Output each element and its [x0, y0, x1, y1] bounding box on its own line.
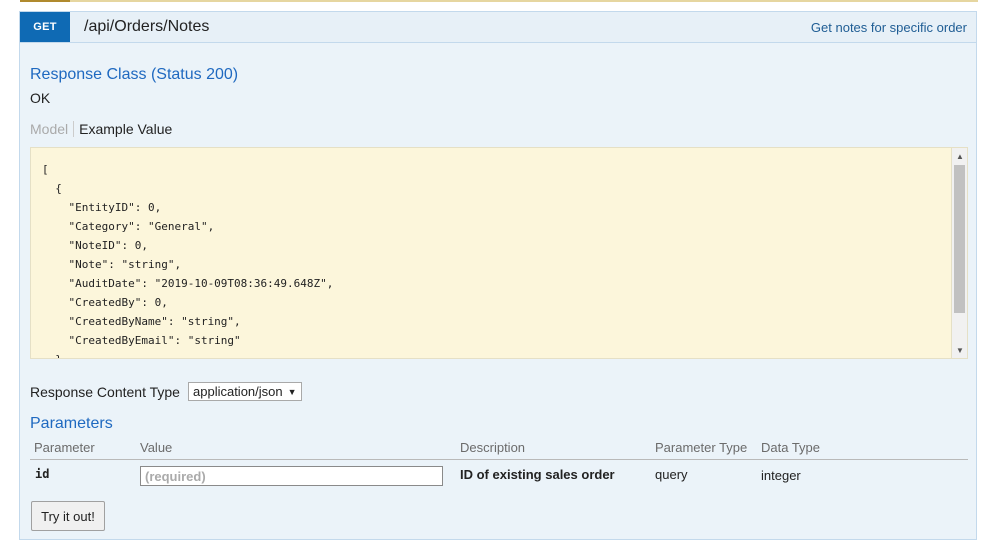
endpoint-path[interactable]: /api/Orders/Notes — [84, 18, 209, 36]
code-line: "CreatedByName": "string", — [42, 315, 241, 328]
header-description: Description — [460, 440, 526, 455]
header-parameter-type: Parameter Type — [655, 440, 748, 455]
parameters-heading: Parameters — [30, 415, 113, 432]
code-scrollbar[interactable]: ▲ ▼ — [951, 148, 967, 358]
response-status-text: OK — [30, 90, 51, 106]
header-parameter: Parameter — [34, 440, 95, 455]
id-value-input[interactable] — [140, 466, 443, 486]
param-description: ID of existing sales order — [460, 467, 615, 482]
operation-panel: GET /api/Orders/Notes Get notes for spec… — [19, 11, 977, 540]
previous-operation-accent — [20, 0, 70, 2]
dropdown-arrow-icon: ▼ — [287, 386, 297, 397]
code-line: "Category": "General", — [42, 220, 215, 233]
header-value: Value — [140, 440, 173, 455]
response-content-type-select[interactable]: application/json ▼ — [188, 382, 302, 401]
code-line: "Note": "string", — [42, 258, 182, 271]
header-data-type: Data Type — [761, 440, 821, 455]
example-value-code-block[interactable]: [ { "EntityID": 0, "Category": "General"… — [30, 147, 968, 359]
example-json: [ { "EntityID": 0, "Category": "General"… — [31, 148, 967, 358]
try-it-out-button[interactable]: Try it out! — [31, 501, 105, 531]
code-line: "CreatedBy": 0, — [42, 296, 168, 309]
code-line: "EntityID": 0, — [42, 201, 162, 214]
selected-content-type: application/json — [193, 384, 283, 399]
response-content-type-label: Response Content Type — [30, 384, 180, 400]
code-line: { — [42, 182, 62, 195]
previous-operation-border — [20, 0, 978, 2]
tab-example-value[interactable]: Example Value — [74, 121, 172, 137]
param-type: query — [655, 467, 688, 482]
code-line: "AuditDate": "2019-10-09T08:36:49.648Z", — [42, 277, 334, 290]
tab-model[interactable]: Model — [30, 121, 75, 137]
code-line: [ — [42, 163, 49, 176]
code-line: } — [42, 353, 62, 358]
param-data-type: integer — [761, 468, 801, 483]
response-tabs: Model Example Value — [30, 121, 172, 137]
code-line: "CreatedByEmail": "string" — [42, 334, 241, 347]
response-class-heading: Response Class (Status 200) — [30, 66, 239, 83]
operation-header[interactable]: GET /api/Orders/Notes Get notes for spec… — [20, 12, 976, 43]
endpoint-summary-link[interactable]: Get notes for specific order — [811, 20, 967, 35]
scrollbar-thumb[interactable] — [954, 165, 965, 313]
param-name: id — [35, 467, 50, 481]
code-line: "NoteID": 0, — [42, 239, 148, 252]
scroll-down-arrow-icon[interactable]: ▼ — [952, 342, 967, 358]
http-method-badge[interactable]: GET — [20, 12, 70, 42]
parameters-table-header: Parameter Value Description Parameter Ty… — [30, 440, 968, 460]
table-row: id ID of existing sales order query inte… — [30, 464, 968, 494]
scroll-up-arrow-icon[interactable]: ▲ — [952, 148, 967, 164]
